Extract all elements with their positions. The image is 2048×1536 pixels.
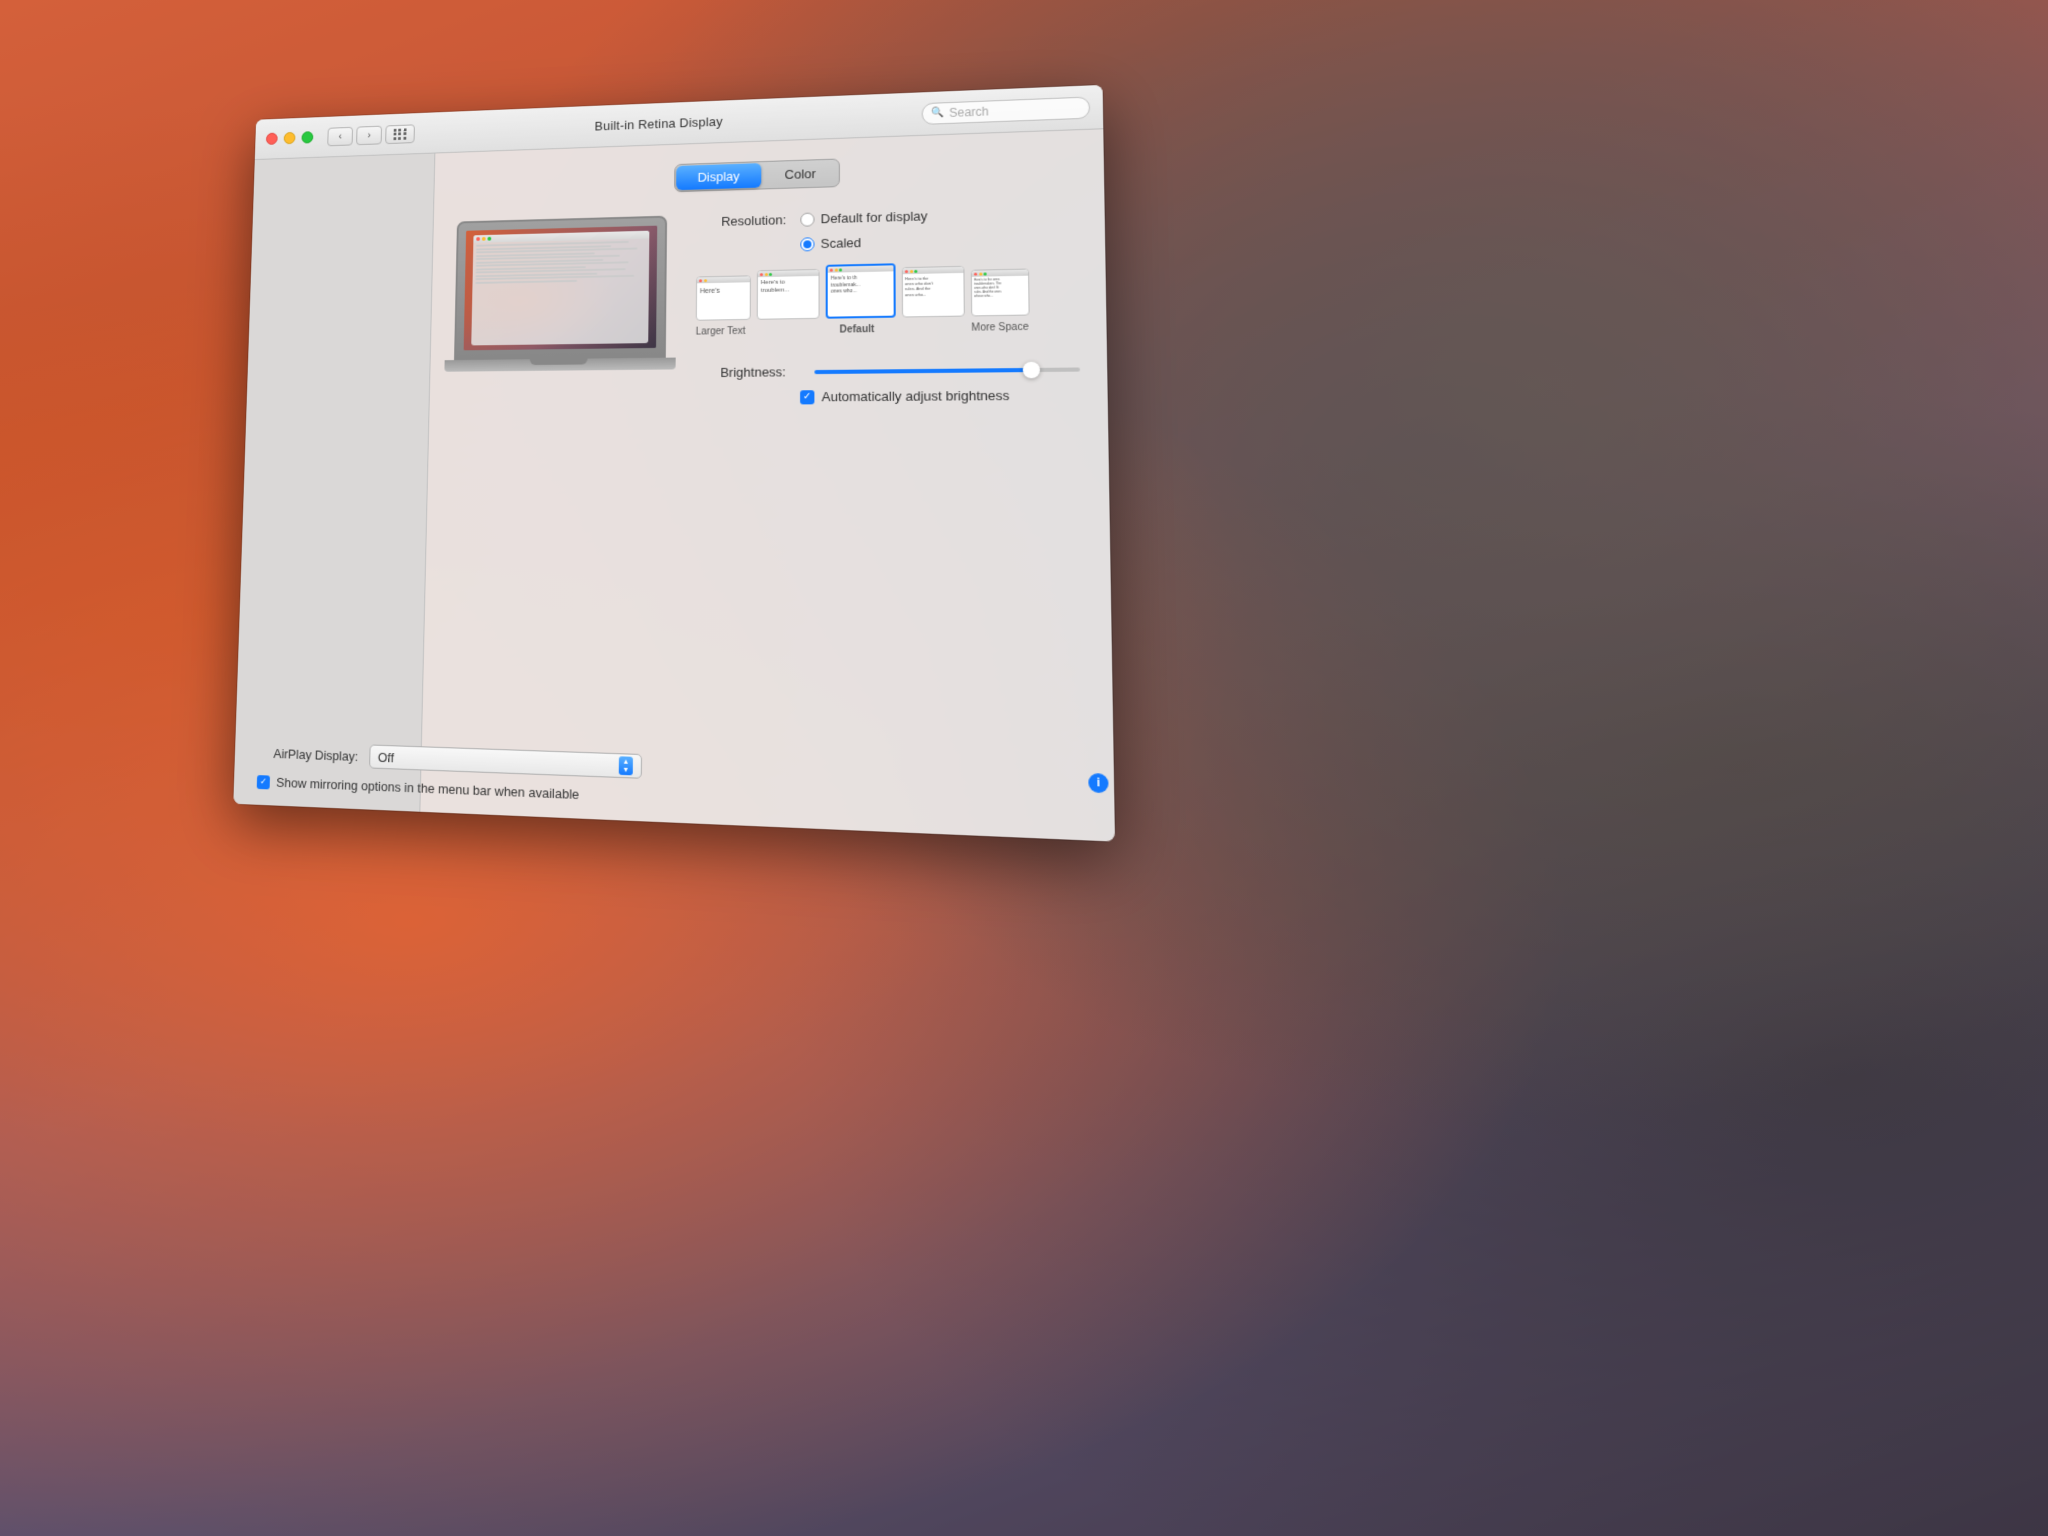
search-box[interactable]: 🔍 Search [922,96,1091,124]
res-thumb-more-space[interactable]: Here's to the onestroublemakers. Theones… [971,269,1030,317]
label-larger: Larger Text [696,326,746,338]
mini-maximize [487,237,491,241]
mini-window [471,231,649,346]
tab-color[interactable]: Color [763,161,839,188]
res-thumb-default[interactable]: Here's to thtroublemak...ones who... [826,263,896,318]
resolution-label: Resolution: [696,212,786,229]
res-img-more-space: Here's to the onestroublemakers. Theones… [971,269,1030,317]
sidebar [233,153,435,811]
tab-display[interactable]: Display [676,163,762,190]
resolution-row: Resolution: Default for display [696,204,1077,229]
res-text-4: Here's to theones who don'trules. And th… [903,273,964,299]
laptop-base [444,358,675,372]
dot-y5 [979,272,982,275]
laptop-preview [454,216,667,372]
mini-content [471,238,649,345]
radio-btn-scaled[interactable] [800,237,814,251]
back-button[interactable]: ‹ [327,126,353,145]
maximize-button[interactable] [301,131,313,143]
dot-r2 [760,273,763,276]
search-placeholder: Search [949,104,989,119]
brightness-container: Brightness: ✓ Automatically adjust brigh… [695,361,1080,405]
label-default: Default [840,324,875,336]
chevron-right-icon: › [367,129,371,140]
mini-close [476,237,480,241]
res-thumb-medium-small[interactable]: Here's to theones who don'trules. And th… [902,266,965,318]
dot-r3 [830,268,833,271]
dot-r4 [905,270,908,273]
dot-r [699,279,702,282]
radio-btn-default[interactable] [800,212,814,226]
brightness-row: Brightness: [695,361,1080,380]
search-icon: 🔍 [931,107,944,118]
dot-g4 [914,269,917,272]
dot-y3 [834,268,837,271]
dot-y [704,279,707,282]
grid-icon [393,128,407,140]
res-img-medium-large: Here's totroublem... [757,269,820,320]
slider-track [814,367,1080,374]
brightness-slider[interactable] [814,367,1080,374]
close-button[interactable] [266,133,278,145]
dropdown-arrows-icon: ▲ ▼ [619,756,633,775]
dot-g3 [839,268,842,271]
display-layout: Resolution: Default for display Scaled [453,204,1080,406]
window-title: Built-in Retina Display [595,114,723,133]
res-img-larger: Here's [696,275,751,320]
resolution-thumbnails: Here's Here's totrouble [696,259,1079,320]
tab-control: Display Color [457,150,1077,198]
dot-y4 [910,269,913,272]
chevron-left-icon: ‹ [338,131,342,142]
label-more-space: More Space [971,322,1028,334]
dot-r5 [974,272,977,275]
system-preferences-window: ‹ › Built-in Retina Display 🔍 Search [233,85,1115,842]
arrow-down: ▼ [622,766,629,773]
slider-thumb[interactable] [1022,361,1039,378]
mini-minimize [482,237,486,241]
traffic-lights [266,131,314,145]
res-thumb-medium-large[interactable]: Here's totroublem... [757,269,820,320]
radio-default[interactable]: Default for display [800,208,927,226]
scale-labels: Larger Text Default More Space [696,322,1029,338]
res-text-5: Here's to the onestroublemakers. Theones… [972,276,1029,301]
auto-brightness-label: Automatically adjust brightness [822,388,1010,405]
nav-buttons: ‹ › [327,125,382,146]
radio-text-default: Default for display [821,208,928,226]
forward-button[interactable]: › [356,125,382,145]
res-text-larger: Here's [697,282,750,300]
res-text-2: Here's totroublem... [758,276,819,299]
radio-text-scaled: Scaled [821,235,862,251]
grid-view-button[interactable] [385,124,415,144]
res-img-medium-small: Here's to theones who don'trules. And th… [902,266,965,318]
segment-wrapper: Display Color [674,158,840,192]
arrow-up: ▲ [622,758,629,765]
radio-scaled[interactable]: Scaled [800,235,861,251]
resolution-section: Resolution: Default for display Scaled [695,204,1080,405]
res-text-3: Here's to thtroublemak...ones who... [828,271,894,298]
auto-brightness-row: ✓ Automatically adjust brightness [800,387,1080,404]
dot-y2 [764,273,767,276]
dot-g2 [769,272,772,275]
minimize-button[interactable] [284,132,296,144]
main-content: Display Color [420,129,1115,841]
dot-g5 [983,272,986,275]
brightness-label: Brightness: [695,364,786,380]
auto-brightness-checkbox[interactable]: ✓ [800,390,814,404]
scaled-row: Scaled [800,230,1078,252]
window-content: Display Color [233,129,1115,841]
res-img-default: Here's to thtroublemak...ones who... [826,263,896,318]
mirror-label: Show mirroring options in the menu bar w… [420,775,579,802]
info-button[interactable]: i [1088,773,1108,793]
res-thumb-larger[interactable]: Here's [696,275,751,320]
airplay-dropdown[interactable]: Off ▲ ▼ [420,744,642,778]
laptop-screen [464,226,658,351]
laptop-notch [530,359,588,365]
laptop-outer [454,216,667,360]
